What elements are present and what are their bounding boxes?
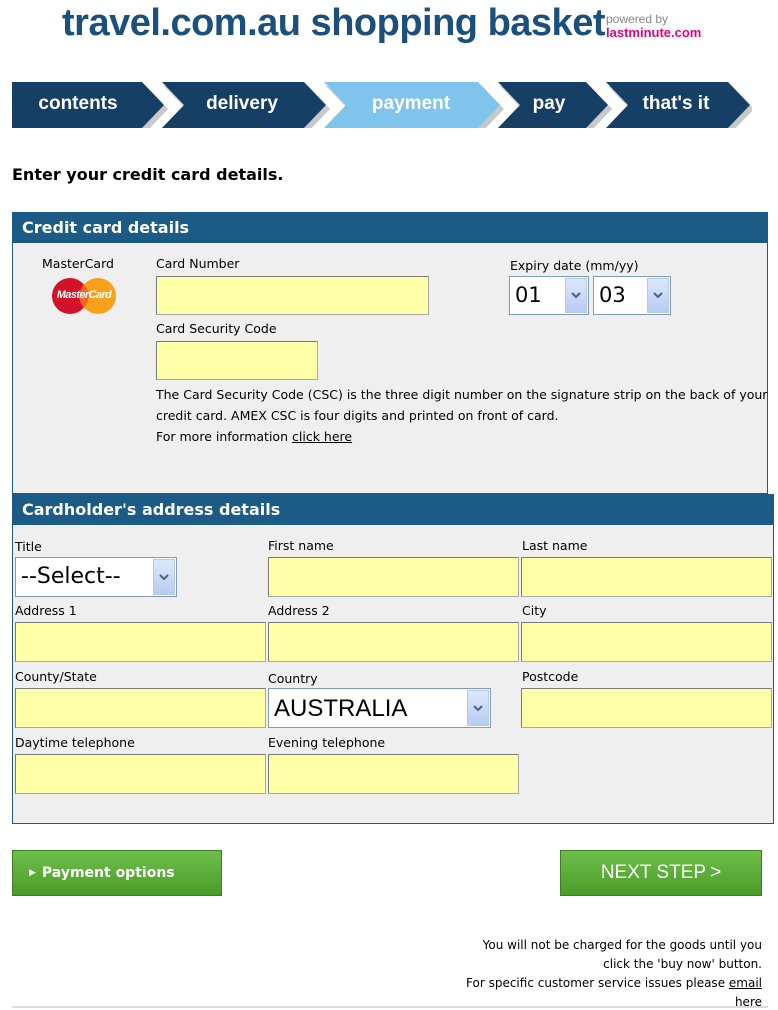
expiry-month-value: 01	[515, 283, 542, 307]
title-select[interactable]: --Select--	[15, 557, 177, 597]
title-label: Title	[15, 539, 42, 554]
more-info-line: For more information click here	[156, 426, 768, 447]
country-value: AUSTRALIA	[274, 695, 408, 722]
step-payment: payment	[371, 93, 451, 114]
site-title: travel.com.au shopping basket	[62, 2, 605, 44]
address1-input[interactable]	[15, 622, 266, 662]
last-name-input[interactable]	[521, 557, 772, 597]
postcode-input[interactable]	[521, 688, 772, 728]
mastercard-logo-icon: MasterCard	[48, 277, 120, 315]
chevron-right-icon: >	[710, 862, 722, 883]
chevron-down-icon[interactable]	[467, 690, 489, 726]
city-input[interactable]	[521, 622, 772, 662]
credit-card-panel: Credit card details	[12, 212, 768, 494]
eve-phone-input[interactable]	[268, 754, 519, 794]
expiry-year-value: 03	[599, 283, 626, 307]
eve-phone-label: Evening telephone	[268, 735, 386, 750]
more-info-label: For more information	[156, 429, 289, 444]
address-heading: Cardholder's address details	[13, 495, 773, 525]
last-name-label: Last name	[522, 538, 588, 553]
country-label: Country	[268, 671, 318, 686]
card-number-label: Card Number	[156, 256, 240, 271]
csc-help: The Card Security Code (CSC) is the thre…	[156, 384, 768, 447]
csc-input[interactable]	[156, 341, 318, 380]
footer-line-2: click the 'buy now' button.	[603, 957, 762, 971]
payment-options-button[interactable]: ▶ Payment options	[12, 850, 222, 896]
footer-line-1: You will not be charged for the goods un…	[482, 938, 762, 952]
credit-card-heading: Credit card details	[13, 213, 767, 243]
day-phone-label: Daytime telephone	[15, 735, 135, 750]
step-contents[interactable]: contents	[30, 93, 126, 115]
card-number-input[interactable]	[156, 276, 429, 315]
first-name-input[interactable]	[268, 557, 519, 597]
chevron-down-icon[interactable]	[153, 559, 175, 595]
partner-logo[interactable]: lastminute.com	[606, 26, 701, 40]
address2-label: Address 2	[268, 603, 330, 618]
next-step-button[interactable]: NEXT STEP >	[560, 850, 762, 896]
title-value: --Select--	[21, 564, 121, 589]
city-label: City	[522, 603, 547, 618]
checkout-steps: contents delivery payment pay that's it	[12, 82, 752, 128]
step-delivery[interactable]: delivery	[186, 93, 298, 115]
powered-by: powered by lastminute.com	[606, 12, 701, 40]
footer-note: You will not be charged for the goods un…	[322, 936, 762, 1010]
county-input[interactable]	[15, 688, 266, 728]
payment-options-label: Payment options	[41, 865, 175, 881]
chevron-down-icon[interactable]	[647, 278, 669, 313]
next-step-label: NEXT STEP	[600, 862, 707, 883]
chevron-down-icon[interactable]	[565, 278, 587, 313]
page-instruction: Enter your credit card details.	[12, 165, 284, 184]
card-type-label: MasterCard	[42, 256, 114, 271]
country-select[interactable]: AUSTRALIA	[268, 688, 491, 728]
powered-by-label: powered by	[606, 12, 669, 26]
address1-label: Address 1	[15, 603, 77, 618]
address2-input[interactable]	[268, 622, 519, 662]
first-name-label: First name	[268, 538, 334, 553]
email-link[interactable]: email	[729, 976, 762, 990]
step-pay: pay	[532, 93, 566, 114]
mastercard-logo-text: MasterCard	[56, 289, 112, 301]
county-label: County/State	[15, 669, 97, 684]
expiry-year-select[interactable]: 03	[593, 276, 671, 315]
step-thats-it: that's it	[642, 93, 710, 114]
csc-help-text: The Card Security Code (CSC) is the thre…	[156, 387, 768, 423]
bottom-divider	[12, 1006, 768, 1008]
csc-label: Card Security Code	[156, 321, 277, 336]
more-info-link[interactable]: click here	[292, 429, 352, 444]
postcode-label: Postcode	[522, 669, 579, 684]
footer-line-3: For specific customer service issues ple…	[322, 974, 762, 993]
expiry-month-select[interactable]: 01	[509, 276, 589, 315]
triangle-right-icon: ▶	[29, 868, 36, 878]
day-phone-input[interactable]	[15, 754, 266, 794]
expiry-label: Expiry date (mm/yy)	[510, 258, 639, 273]
footer-line-3-text: For specific customer service issues ple…	[466, 976, 726, 990]
